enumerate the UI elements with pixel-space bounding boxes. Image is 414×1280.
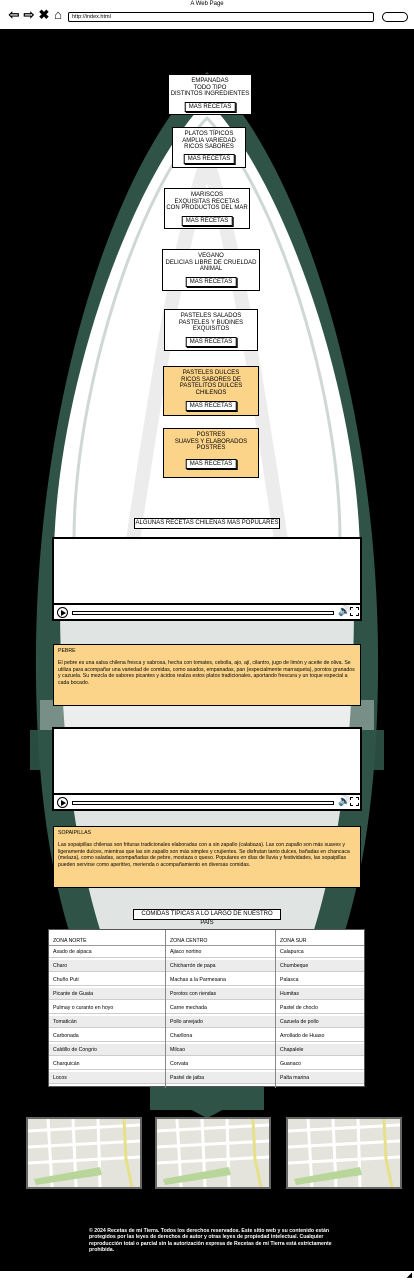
- category-description: MARISCOS EXQUISITAS RECETAS CON PRODUCTO…: [166, 192, 248, 212]
- category-description: PASTELES SALADOS PASTELES Y BUDINES EXQU…: [178, 313, 244, 333]
- more-recipes-button[interactable]: MAS RECETAS: [184, 102, 236, 112]
- table-cell: Chicharrón de papa: [166, 960, 275, 972]
- play-icon[interactable]: [57, 797, 68, 808]
- table-column-center: ZONA CENTRO Ajiaco nortino Chicharrón de…: [166, 930, 275, 1088]
- category-description: PLATOS TÍPICOS AMPLIA VARIEDAD RICOS SAB…: [182, 131, 236, 151]
- category-card-pasteles-salados: PASTELES SALADOS PASTELES Y BUDINES EXQU…: [164, 309, 258, 351]
- video-player-pebre[interactable]: 🔊: [52, 537, 362, 621]
- table-column-north: ZONA NORTE Asado de alpaca Charo Chuño P…: [49, 930, 165, 1088]
- page: A Web Page ⇦ ⇨ ✖ ⌂ http://index.html EMP…: [0, 0, 414, 1280]
- more-recipes-button[interactable]: MAS RECETAS: [185, 277, 237, 287]
- table-column-south: ZONA SUR Calapurca Chumbeque Palasca Hum…: [276, 930, 364, 1088]
- pebre-info-box: PEBRE El pebre es una salsa chilena fres…: [53, 644, 361, 706]
- typical-foods-title: COMIDAS TÍPICAS A LO LARGO DE NUESTRO PA…: [133, 909, 281, 926]
- map-center[interactable]: [155, 1117, 271, 1189]
- more-recipes-button[interactable]: MAS RECETAS: [185, 401, 237, 411]
- category-description: VEGANO DELICIAS LIBRE DE CRUELDAD ANIMAL: [165, 253, 257, 273]
- video-progress-track[interactable]: [72, 611, 334, 615]
- table-cell: Pastel de choclo: [276, 1002, 364, 1014]
- table-cell: Palta marina: [276, 1072, 364, 1084]
- category-description: PASTELES DULCES RICOS SABORES DE PASTELI…: [179, 370, 243, 397]
- table-cell: Asado de alpaca: [49, 946, 165, 958]
- table-cell: Arrollado de Huaso: [276, 1030, 364, 1042]
- category-card-platos-tipicos: PLATOS TÍPICOS AMPLIA VARIEDAD RICOS SAB…: [172, 127, 246, 168]
- table-cell: Calapurca: [276, 946, 364, 958]
- typical-foods-table: ZONA NORTE Asado de alpaca Charo Chuño P…: [48, 929, 365, 1088]
- sopaipillas-info-box: SOPAIPILLAS Las sopaipillas chilenas son…: [53, 826, 361, 888]
- table-cell: Pollo arvejado: [166, 1016, 275, 1028]
- table-cell: Chapalele: [276, 1044, 364, 1056]
- close-x-icon[interactable]: ✖: [38, 8, 50, 21]
- back-arrow-icon[interactable]: ⇦: [8, 8, 20, 21]
- table-cell: Humitas: [276, 988, 364, 1000]
- table-cell: Charquicán: [49, 1058, 165, 1070]
- fullscreen-icon[interactable]: [350, 607, 359, 616]
- home-icon[interactable]: ⌂: [52, 8, 64, 21]
- column-header: ZONA CENTRO: [166, 930, 275, 946]
- column-header: ZONA SUR: [276, 930, 364, 946]
- forward-arrow-icon[interactable]: ⇨: [23, 8, 35, 21]
- table-cell: Carne mechada: [166, 1002, 275, 1014]
- table-cell: Tomaticán: [49, 1016, 165, 1028]
- more-recipes-button[interactable]: MAS RECETAS: [181, 216, 233, 226]
- pebre-title: PEBRE: [58, 648, 76, 654]
- table-cell: Pastel de jaiba: [166, 1072, 275, 1084]
- address-bar[interactable]: http://index.html: [68, 12, 374, 22]
- map-south[interactable]: [286, 1117, 402, 1189]
- table-cell: Pulmay o curanto en hoyo: [49, 1002, 165, 1014]
- play-icon[interactable]: [57, 607, 68, 618]
- category-card-postres: POSTRES SUAVES Y ELABORADOS POSTRES MAS …: [163, 428, 259, 478]
- pebre-text: El pebre es una salsa chilena fresca y s…: [58, 660, 355, 686]
- table-cell: Charllona: [166, 1030, 275, 1042]
- table-cell: Carbonada: [49, 1030, 165, 1042]
- fullscreen-icon[interactable]: [350, 797, 359, 806]
- popular-recipes-title: ALGUNAS RECETAS CHILENAS MAS POPULARES: [134, 518, 280, 529]
- window-title: A Web Page: [190, 1, 224, 7]
- resize-grip-icon[interactable]: ◢: [407, 1272, 412, 1280]
- browser-search-field[interactable]: [382, 12, 408, 22]
- table-cell: Chumbeque: [276, 960, 364, 972]
- more-recipes-button[interactable]: MAS RECETAS: [183, 154, 235, 164]
- category-card-vegano: VEGANO DELICIAS LIBRE DE CRUELDAD ANIMAL…: [162, 249, 260, 291]
- video-controls: 🔊: [54, 603, 360, 619]
- table-cell: Picante de Guata: [49, 988, 165, 1000]
- table-cell: Corvata: [166, 1058, 275, 1070]
- table-cell: Ajiaco nortino: [166, 946, 275, 958]
- video-player-sopaipillas[interactable]: 🔊: [52, 727, 362, 811]
- browser-status-bar: ◢: [0, 1270, 414, 1280]
- table-cell: Guanaco: [276, 1058, 364, 1070]
- category-card-pasteles-dulces: PASTELES DULCES RICOS SABORES DE PASTELI…: [163, 366, 259, 416]
- category-description: POSTRES SUAVES Y ELABORADOS POSTRES: [174, 432, 248, 452]
- more-recipes-button[interactable]: MAS RECETAS: [185, 337, 237, 347]
- video-progress-track[interactable]: [72, 801, 334, 805]
- table-cell: Machas a la Parmesana: [166, 974, 275, 986]
- category-card-mariscos: MARISCOS EXQUISITAS RECETAS CON PRODUCTO…: [164, 188, 250, 229]
- table-cell: Charo: [49, 960, 165, 972]
- volume-icon[interactable]: 🔊: [338, 606, 350, 618]
- table-cell: Locos: [49, 1072, 165, 1084]
- table-cell: Porotos con riendas: [166, 988, 275, 1000]
- volume-icon[interactable]: 🔊: [338, 796, 350, 808]
- table-cell: Cazuela de pollo: [276, 1016, 364, 1028]
- table-cell: Milcao: [166, 1044, 275, 1056]
- more-recipes-button[interactable]: MAS RECETAS: [185, 459, 237, 469]
- sopaipillas-text: Las sopaipillas chilenas son frituras tr…: [58, 842, 350, 868]
- browser-chrome: A Web Page ⇦ ⇨ ✖ ⌂ http://index.html: [0, 0, 414, 31]
- map-north[interactable]: [26, 1117, 142, 1189]
- table-cell: Chuño Puti: [49, 974, 165, 986]
- video-controls: 🔊: [54, 793, 360, 809]
- category-card-empanadas: EMPANADAS TODO TIPO DISTINTOS INGREDIENT…: [168, 74, 252, 115]
- category-description: EMPANADAS TODO TIPO DISTINTOS INGREDIENT…: [170, 78, 250, 98]
- footer-copyright: © 2024 Recetas de mi Tierra. Todos los d…: [85, 1226, 340, 1262]
- column-header: ZONA NORTE: [49, 930, 165, 946]
- sopaipillas-title: SOPAIPILLAS: [58, 830, 92, 836]
- table-cell: Palasca: [276, 974, 364, 986]
- table-cell: Caldillo de Congrio: [49, 1044, 165, 1056]
